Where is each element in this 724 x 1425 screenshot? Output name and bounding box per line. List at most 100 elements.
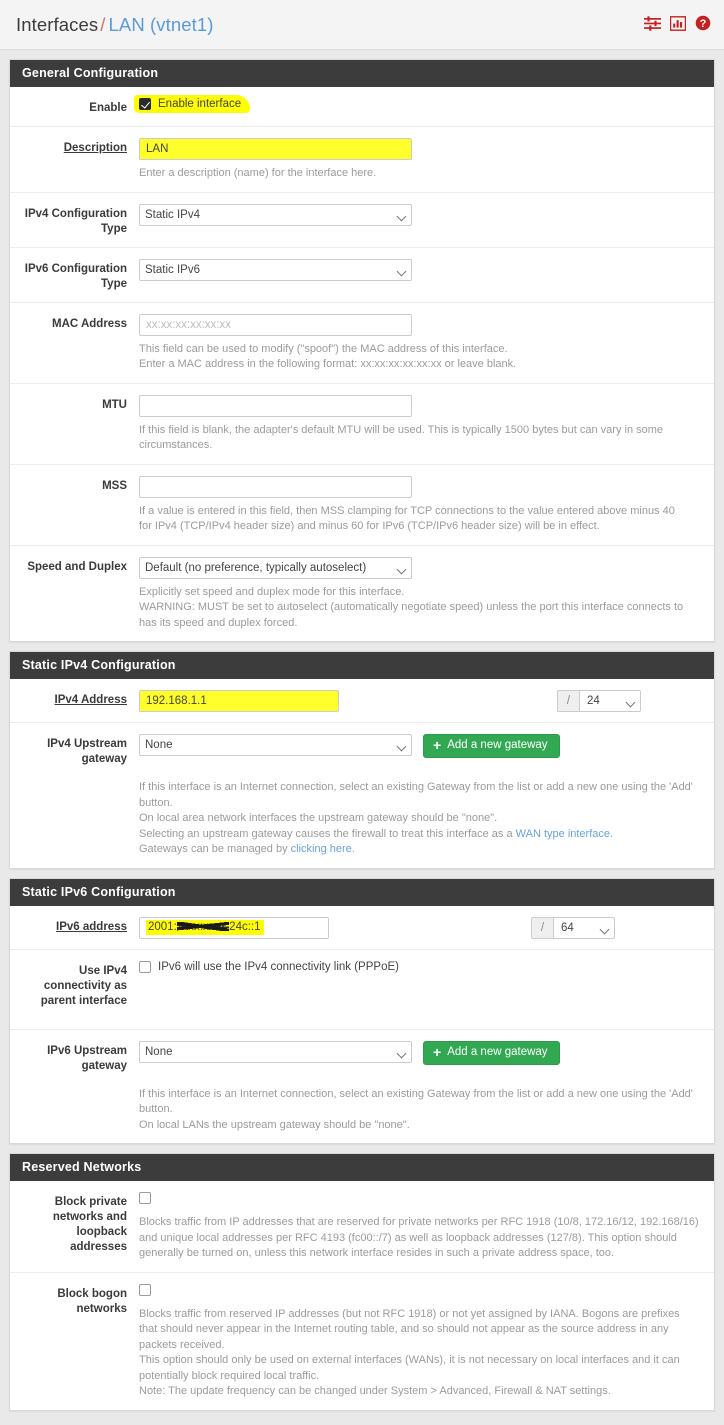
enable-interface-checkbox[interactable] — [139, 98, 151, 110]
ipv6-address-redacted: xxxx:xxxx: — [176, 921, 230, 933]
ipv4-config-type-selectwrap: Static IPv4 — [139, 203, 412, 226]
manage-gateways-link[interactable]: clicking here — [291, 843, 352, 855]
use-ipv4-connectivity-checkbox[interactable] — [139, 960, 151, 973]
panel-body-reserved-networks: Block private networks and loopback addr… — [10, 1181, 714, 1410]
row-ipv4-config-type: IPv4 Configuration Type Static IPv4 — [10, 193, 714, 248]
ipv6-address-suffix: 24c::1 — [229, 921, 261, 933]
ipv4-prefix-select[interactable]: 24 — [579, 690, 641, 712]
row-enable: Enable Enable interface — [10, 87, 714, 127]
row-ipv6-config-type: IPv6 Configuration Type Static IPv6 — [10, 248, 714, 303]
enable-highlight: Enable interface — [133, 95, 251, 113]
row-ipv4-upstream-gateway: IPv4 Upstream gateway None + Add a new g… — [10, 723, 714, 868]
breadcrumb-separator: / — [100, 13, 106, 35]
enable-checkbox-line[interactable]: Enable interface — [139, 98, 241, 110]
use-ipv4-connectivity-checkbox-line[interactable]: IPv6 will use the IPv4 connectivity link… — [139, 960, 700, 973]
ipv6-add-gateway-button[interactable]: + Add a new gateway — [423, 1040, 560, 1065]
row-block-bogon: Block bogon networks Blocks traffic from… — [10, 1273, 714, 1410]
ipv4-slash-label: / — [557, 690, 579, 712]
ipv6-slash-label: / — [531, 916, 553, 939]
control-speed-duplex: Default (no preference, typically autose… — [139, 556, 714, 632]
help-mac-address-line2: Enter a MAC address in the following for… — [139, 358, 517, 370]
ipv6-config-type-select[interactable]: Static IPv6 — [139, 258, 412, 281]
label-ipv6-config-type: IPv6 Configuration Type — [24, 262, 127, 290]
control-block-bogon: Blocks traffic from reserved IP addresse… — [139, 1283, 714, 1400]
help-ipv4-gateway-line3: Selecting an upstream gateway causes the… — [139, 827, 700, 843]
help-speed-duplex-line2: WARNING: MUST be set to autoselect (auto… — [139, 601, 684, 629]
mss-input[interactable] — [139, 475, 412, 498]
ipv6-prefix-select[interactable]: 64 — [553, 916, 615, 939]
help-ipv6-gateway-line1: If this interface is an Internet connect… — [139, 1087, 693, 1116]
ipv6-prefix-selectwrap: 64 — [553, 916, 615, 939]
panel-static-ipv4: Static IPv4 Configuration IPv4 Address /… — [9, 651, 715, 869]
plus-icon: + — [433, 737, 442, 753]
ipv4-add-gateway-button[interactable]: + Add a new gateway — [423, 734, 560, 758]
breadcrumb-root[interactable]: Interfaces — [16, 14, 98, 35]
control-ipv4-config-type: Static IPv4 — [139, 203, 714, 237]
help-ipv4-gateway-line4: Gateways can be managed by clicking here… — [139, 842, 700, 858]
speed-duplex-select[interactable]: Default (no preference, typically autose… — [139, 556, 412, 579]
help-block-bogon-line2: This option should only be used on exter… — [139, 1354, 680, 1382]
ipv4-upstream-gateway-select[interactable]: None — [139, 734, 412, 756]
row-description: Description Enter a description (name) f… — [10, 127, 714, 193]
wan-type-interface-link[interactable]: WAN type interface — [516, 828, 610, 840]
header-icon-group: ? — [644, 15, 711, 34]
ipv6-address-input[interactable]: 2001:xxxx:xxxx:24c::1 — [139, 916, 329, 939]
ipv4-address-line: / 24 — [139, 690, 700, 712]
label-ipv6-address: IPv6 address — [56, 920, 127, 933]
control-ipv6-upstream-gateway: None + Add a new gateway If this interfa… — [139, 1040, 714, 1134]
ipv6-gateway-line: None + Add a new gateway — [139, 1040, 700, 1065]
sliders-icon[interactable] — [644, 15, 661, 34]
mac-address-input[interactable] — [139, 313, 412, 336]
help-ipv4-gateway-line4-pre: Gateways can be managed by — [139, 843, 291, 855]
control-use-ipv4-connectivity: IPv6 will use the IPv4 connectivity link… — [139, 960, 714, 1009]
ipv4-config-type-select[interactable]: Static IPv4 — [139, 203, 412, 226]
ipv6-prefix-group: / 64 — [531, 916, 615, 939]
help-block-bogon-line1: Blocks traffic from reserved IP addresse… — [139, 1307, 680, 1351]
panel-body-static-ipv6: IPv6 address 2001:xxxx:xxxx:24c::1 / 64 — [10, 906, 714, 1144]
ipv6-address-line: 2001:xxxx:xxxx:24c::1 / 64 — [139, 916, 700, 939]
row-ipv4-address: IPv4 Address / 24 — [10, 679, 714, 723]
label-mac-address: MAC Address — [52, 317, 127, 330]
panel-title-general: General Configuration — [10, 60, 714, 87]
chart-bar-icon[interactable] — [669, 15, 687, 34]
ipv6-add-gateway-label: Add a new gateway — [447, 1045, 548, 1058]
label-mtu: MTU — [102, 398, 127, 411]
mtu-input[interactable] — [139, 394, 412, 417]
description-input[interactable] — [139, 138, 412, 160]
ipv6-upstream-gateway-select[interactable]: None — [139, 1040, 412, 1063]
help-mac-address: This field can be used to modify ("spoof… — [139, 342, 700, 373]
panel-reserved-networks: Reserved Networks Block private networks… — [9, 1153, 715, 1411]
control-ipv6-address: 2001:xxxx:xxxx:24c::1 / 64 — [139, 916, 714, 939]
help-speed-duplex: Explicitly set speed and duplex mode for… — [139, 585, 700, 632]
help-circle-icon[interactable]: ? — [695, 15, 711, 34]
control-mac-address: This field can be used to modify ("spoof… — [139, 313, 714, 373]
ipv4-gateway-line: None + Add a new gateway — [139, 734, 700, 758]
ipv6-address-value: 2001:xxxx:xxxx:24c::1 — [146, 920, 264, 935]
control-description: Enter a description (name) for the inter… — [139, 138, 714, 182]
label-block-private: Block private networks and loopback addr… — [52, 1196, 127, 1253]
help-mac-address-line1: This field can be used to modify ("spoof… — [139, 342, 508, 355]
block-private-checkbox[interactable] — [139, 1192, 151, 1204]
control-ipv4-upstream-gateway: None + Add a new gateway If this interfa… — [139, 734, 714, 858]
help-mss: If a value is entered in this field, the… — [139, 504, 675, 533]
ipv4-add-gateway-label: Add a new gateway — [447, 739, 548, 751]
ipv4-address-input[interactable] — [139, 690, 339, 712]
bottom-spacer — [0, 1411, 724, 1425]
label-description: Description — [63, 142, 127, 154]
control-enable: Enable interface — [133, 95, 714, 116]
help-ipv4-gateway: If this interface is an Internet connect… — [139, 780, 700, 858]
row-ipv6-address: IPv6 address 2001:xxxx:xxxx:24c::1 / 64 — [10, 906, 714, 950]
plus-icon: + — [433, 1043, 442, 1060]
label-ipv4-upstream-gateway: IPv4 Upstream gateway — [47, 738, 127, 765]
label-ipv6-upstream-gateway: IPv6 Upstream gateway — [47, 1044, 127, 1072]
control-mss: If a value is entered in this field, the… — [139, 475, 714, 535]
help-block-bogon: Blocks traffic from reserved IP addresse… — [139, 1307, 699, 1400]
control-block-private: Blocks traffic from IP addresses that ar… — [139, 1192, 714, 1262]
row-block-private: Block private networks and loopback addr… — [10, 1181, 714, 1273]
block-bogon-checkbox[interactable] — [139, 1283, 151, 1296]
label-block-bogon: Block bogon networks — [57, 1287, 127, 1315]
help-ipv4-gateway-line3-post: . — [610, 827, 614, 840]
row-mac-address: MAC Address This field can be used to mo… — [10, 303, 714, 384]
row-mss: MSS If a value is entered in this field,… — [10, 465, 714, 546]
breadcrumb-current[interactable]: LAN (vtnet1) — [109, 14, 214, 35]
